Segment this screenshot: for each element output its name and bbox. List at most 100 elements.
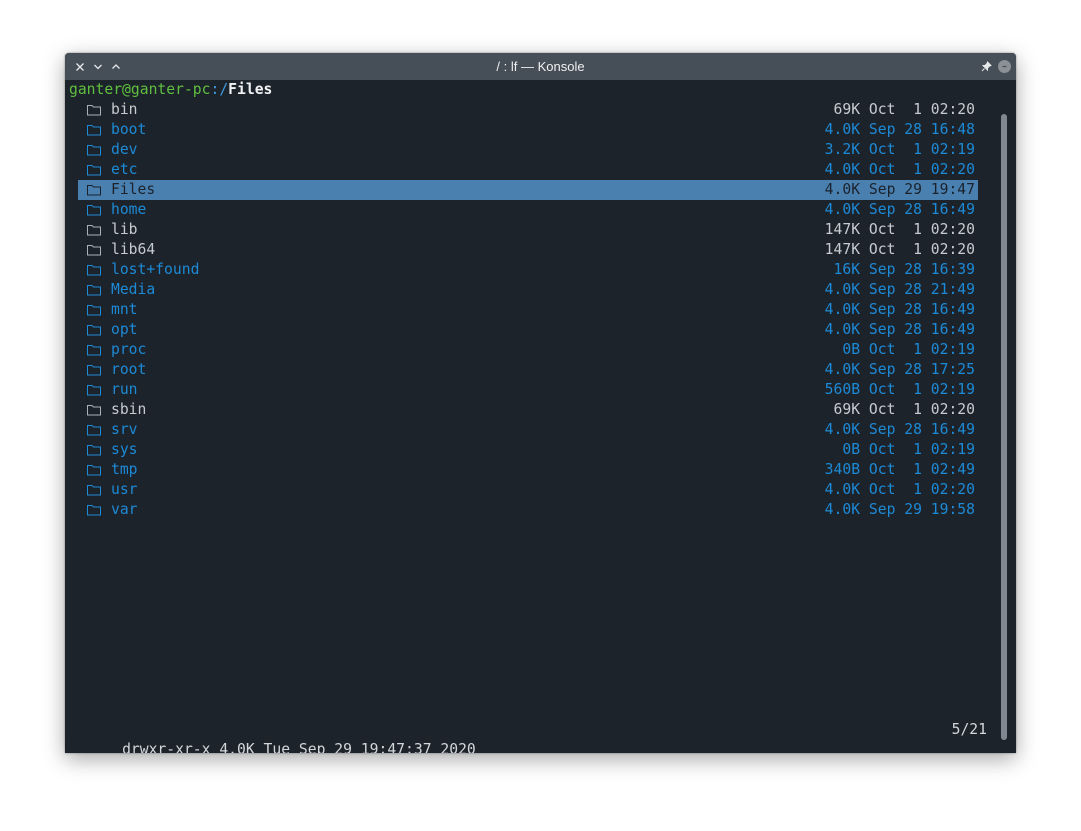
file-row[interactable]: sbin 69K Oct 1 02:20	[78, 400, 978, 420]
folder-icon	[87, 205, 101, 216]
pin-icon[interactable]	[980, 61, 992, 73]
folder-icon	[87, 145, 101, 156]
file-meta: 16K Sep 28 16:39	[833, 261, 975, 278]
file-name: Media	[111, 281, 156, 298]
file-meta: 69K Oct 1 02:20	[833, 401, 975, 418]
file-row[interactable]: bin 69K Oct 1 02:20	[78, 100, 978, 120]
file-name: run	[111, 381, 138, 398]
file-name: lib64	[111, 241, 156, 258]
folder-icon	[87, 165, 101, 176]
folder-icon	[87, 385, 101, 396]
file-meta: 3.2K Oct 1 02:19	[824, 141, 975, 158]
file-meta: 4.0K Sep 29 19:47	[824, 181, 975, 198]
file-row[interactable]: proc 0B Oct 1 02:19	[78, 340, 978, 360]
file-row[interactable]: lib64 147K Oct 1 02:20	[78, 240, 978, 260]
file-row[interactable]: boot 4.0K Sep 28 16:48	[78, 120, 978, 140]
file-row[interactable]: mnt 4.0K Sep 28 16:49	[78, 300, 978, 320]
folder-icon	[87, 185, 101, 196]
file-list: bin 69K Oct 1 02:20 boot 4.0K Sep 28 16:48 d…	[78, 100, 978, 520]
folder-icon	[87, 485, 101, 496]
file-name: usr	[111, 481, 138, 498]
prompt-user-host: ganter@ganter-pc	[69, 81, 211, 98]
file-row[interactable]: opt 4.0K Sep 28 16:49	[78, 320, 978, 340]
scrollbar-thumb[interactable]	[1001, 114, 1007, 740]
file-name: Files	[111, 181, 156, 198]
titlebar-right-controls	[980, 53, 1011, 80]
folder-icon	[87, 345, 101, 356]
file-row[interactable]: etc 4.0K Oct 1 02:20	[78, 160, 978, 180]
file-name: home	[111, 201, 147, 218]
terminal-area[interactable]: ganter@ganter-pc:/Files bin 69K Oct 1 02:…	[65, 80, 1016, 753]
chevron-up-icon[interactable]	[107, 58, 125, 76]
file-meta: 4.0K Sep 28 17:25	[824, 361, 975, 378]
file-meta: 560B Oct 1 02:19	[824, 381, 975, 398]
file-name: sys	[111, 441, 138, 458]
titlebar[interactable]: / : lf — Konsole	[65, 53, 1016, 80]
file-meta: 4.0K Sep 28 21:49	[824, 281, 975, 298]
file-row[interactable]: lib 147K Oct 1 02:20	[78, 220, 978, 240]
file-row[interactable]: sys 0B Oct 1 02:19	[78, 440, 978, 460]
file-name: sbin	[111, 401, 147, 418]
file-meta: 4.0K Sep 29 19:58	[824, 501, 975, 518]
folder-icon	[87, 285, 101, 296]
file-meta: 4.0K Sep 28 16:49	[824, 201, 975, 218]
close-icon[interactable]	[71, 58, 89, 76]
file-meta: 4.0K Sep 28 16:49	[824, 321, 975, 338]
prompt-line: ganter@ganter-pc:/Files	[69, 80, 272, 100]
file-row[interactable]: dev 3.2K Oct 1 02:19	[78, 140, 978, 160]
file-name: srv	[111, 421, 138, 438]
folder-icon	[87, 445, 101, 456]
file-meta: 147K Oct 1 02:20	[824, 241, 975, 258]
window-controls	[71, 53, 125, 80]
file-meta: 340B Oct 1 02:49	[824, 461, 975, 478]
file-name: dev	[111, 141, 138, 158]
file-row[interactable]: home 4.0K Sep 28 16:49	[78, 200, 978, 220]
file-row[interactable]: srv 4.0K Sep 28 16:49	[78, 420, 978, 440]
folder-icon	[87, 365, 101, 376]
file-row[interactable]: Media 4.0K Sep 28 21:49	[78, 280, 978, 300]
file-meta: 147K Oct 1 02:20	[824, 221, 975, 238]
file-meta: 0B Oct 1 02:19	[842, 341, 975, 358]
file-meta: 4.0K Sep 28 16:49	[824, 301, 975, 318]
file-name: tmp	[111, 461, 138, 478]
window-menu-icon[interactable]	[998, 60, 1011, 73]
file-name: opt	[111, 321, 138, 338]
file-name: lost+found	[111, 261, 200, 278]
file-row[interactable]: lost+found 16K Sep 28 16:39	[78, 260, 978, 280]
prompt-separator: :/	[210, 81, 229, 98]
folder-icon	[87, 405, 101, 416]
folder-icon	[87, 105, 101, 116]
folder-icon	[87, 305, 101, 316]
prompt-directory: Files	[228, 81, 273, 98]
folder-icon	[87, 325, 101, 336]
file-name: mnt	[111, 301, 138, 318]
file-name: bin	[111, 101, 138, 118]
file-row[interactable]: run 560B Oct 1 02:19	[78, 380, 978, 400]
file-row[interactable]: var 4.0K Sep 29 19:58	[78, 500, 978, 520]
status-bar: drwxr-xr-x 4.0K Tue Sep 29 19:47:37 2020…	[69, 720, 987, 753]
file-meta: 69K Oct 1 02:20	[833, 101, 975, 118]
folder-icon	[87, 125, 101, 136]
status-position: 5/21	[951, 721, 987, 738]
file-meta: 0B Oct 1 02:19	[842, 441, 975, 458]
scrollbar[interactable]	[1001, 114, 1007, 740]
window-title: / : lf — Konsole	[496, 59, 585, 74]
file-name: root	[111, 361, 147, 378]
konsole-window: / : lf — Konsole ganter@ganter-pc:/Files…	[65, 53, 1016, 753]
file-name: boot	[111, 121, 147, 138]
folder-icon	[87, 425, 101, 436]
file-name: etc	[111, 161, 138, 178]
file-row[interactable]: tmp 340B Oct 1 02:49	[78, 460, 978, 480]
file-row[interactable]: usr 4.0K Oct 1 02:20	[78, 480, 978, 500]
file-row[interactable]: Files 4.0K Sep 29 19:47	[78, 180, 978, 200]
file-row[interactable]: root 4.0K Sep 28 17:25	[78, 360, 978, 380]
file-meta: 4.0K Sep 28 16:48	[824, 121, 975, 138]
file-name: var	[111, 501, 138, 518]
file-meta: 4.0K Oct 1 02:20	[824, 161, 975, 178]
folder-icon	[87, 225, 101, 236]
folder-icon	[87, 505, 101, 516]
file-name: lib	[111, 221, 138, 238]
folder-icon	[87, 265, 101, 276]
file-meta: 4.0K Sep 28 16:49	[824, 421, 975, 438]
chevron-down-icon[interactable]	[89, 58, 107, 76]
